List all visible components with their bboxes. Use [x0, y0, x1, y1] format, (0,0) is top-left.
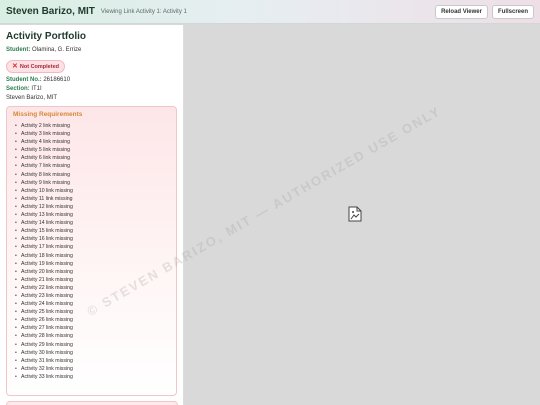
list-item: Activity 8 link missing: [13, 171, 170, 179]
list-item: Activity 9 link missing: [13, 179, 170, 187]
sidebar: Activity Portfolio Student: Olamina, G. …: [0, 25, 184, 405]
section-value: IT1I: [31, 86, 42, 92]
secondary-panel: [6, 401, 178, 405]
list-item: Activity 17 link missing: [13, 243, 170, 251]
student-number-value: 26186610: [43, 77, 71, 83]
missing-requirements-panel: Missing Requirements Activity 2 link mis…: [6, 106, 177, 396]
list-item: Activity 6 link missing: [13, 154, 170, 162]
reload-viewer-button[interactable]: Reload Viewer: [435, 4, 488, 19]
list-item: Activity 31 link missing: [13, 357, 170, 365]
student-label: Student:: [6, 47, 31, 53]
missing-requirements-title: Missing Requirements: [13, 111, 83, 118]
list-item: Activity 24 link missing: [13, 300, 170, 308]
list-item: Activity 7 link missing: [13, 162, 170, 170]
missing-requirements-list: Activity 2 link missingActivity 3 link m…: [13, 122, 170, 381]
close-x-icon: ✕: [12, 63, 18, 70]
list-item: Activity 19 link missing: [13, 260, 170, 268]
list-item: Activity 26 link missing: [13, 316, 170, 324]
list-item: Activity 23 link missing: [13, 292, 170, 300]
instructor-name: Steven Barizo, MIT: [6, 95, 58, 101]
status-badge: ✕ Not Completed: [6, 60, 65, 73]
student-row: Student: Olamina, G. Errize: [6, 46, 177, 55]
list-item: Activity 10 link missing: [13, 187, 170, 195]
list-item: Activity 32 link missing: [13, 365, 170, 373]
broken-document-icon: [348, 206, 362, 222]
list-item: Activity 25 link missing: [13, 308, 170, 316]
viewing-status: Viewing Link Activity 1: Activity 1: [100, 8, 187, 15]
list-item: Activity 33 link missing: [13, 373, 170, 381]
list-item: Activity 15 link missing: [13, 227, 170, 235]
list-item: Activity 12 link missing: [13, 203, 170, 211]
list-item: Activity 18 link missing: [13, 252, 170, 260]
list-item: Activity 16 link missing: [13, 235, 170, 243]
section-label: Section:: [6, 86, 30, 92]
list-item: Activity 14 link missing: [13, 219, 170, 227]
list-item: Activity 21 link missing: [13, 276, 170, 284]
status-label: Not Completed: [19, 63, 59, 70]
list-item: Activity 3 link missing: [13, 130, 170, 138]
list-item: Activity 30 link missing: [13, 349, 170, 357]
list-item: Activity 20 link missing: [13, 268, 170, 276]
list-item: Activity 13 link missing: [13, 211, 170, 219]
list-item: Activity 2 link missing: [13, 122, 170, 130]
list-item: Activity 5 link missing: [13, 146, 170, 154]
app-owner-title: Steven Barizo, MIT: [6, 6, 95, 17]
top-bar: Steven Barizo, MIT Viewing Link Activity…: [0, 0, 540, 24]
list-item: Activity 4 link missing: [13, 138, 170, 146]
list-item: Activity 22 link missing: [13, 284, 170, 292]
fullscreen-button[interactable]: Fullscreen: [491, 4, 534, 19]
list-item: Activity 29 link missing: [13, 341, 170, 349]
list-item: Activity 27 link missing: [13, 324, 170, 332]
document-viewer[interactable]: [185, 25, 540, 405]
list-item: Activity 11 link missing: [13, 195, 170, 203]
page-title: Activity Portfolio: [6, 31, 87, 42]
student-number-row: Student No.: 26186610: [6, 76, 177, 85]
student-value: Olamina, G. Errize: [32, 47, 82, 53]
section-row: Section: IT1I: [6, 85, 177, 94]
student-number-label: Student No.:: [6, 77, 42, 83]
list-item: Activity 28 link missing: [13, 332, 170, 340]
